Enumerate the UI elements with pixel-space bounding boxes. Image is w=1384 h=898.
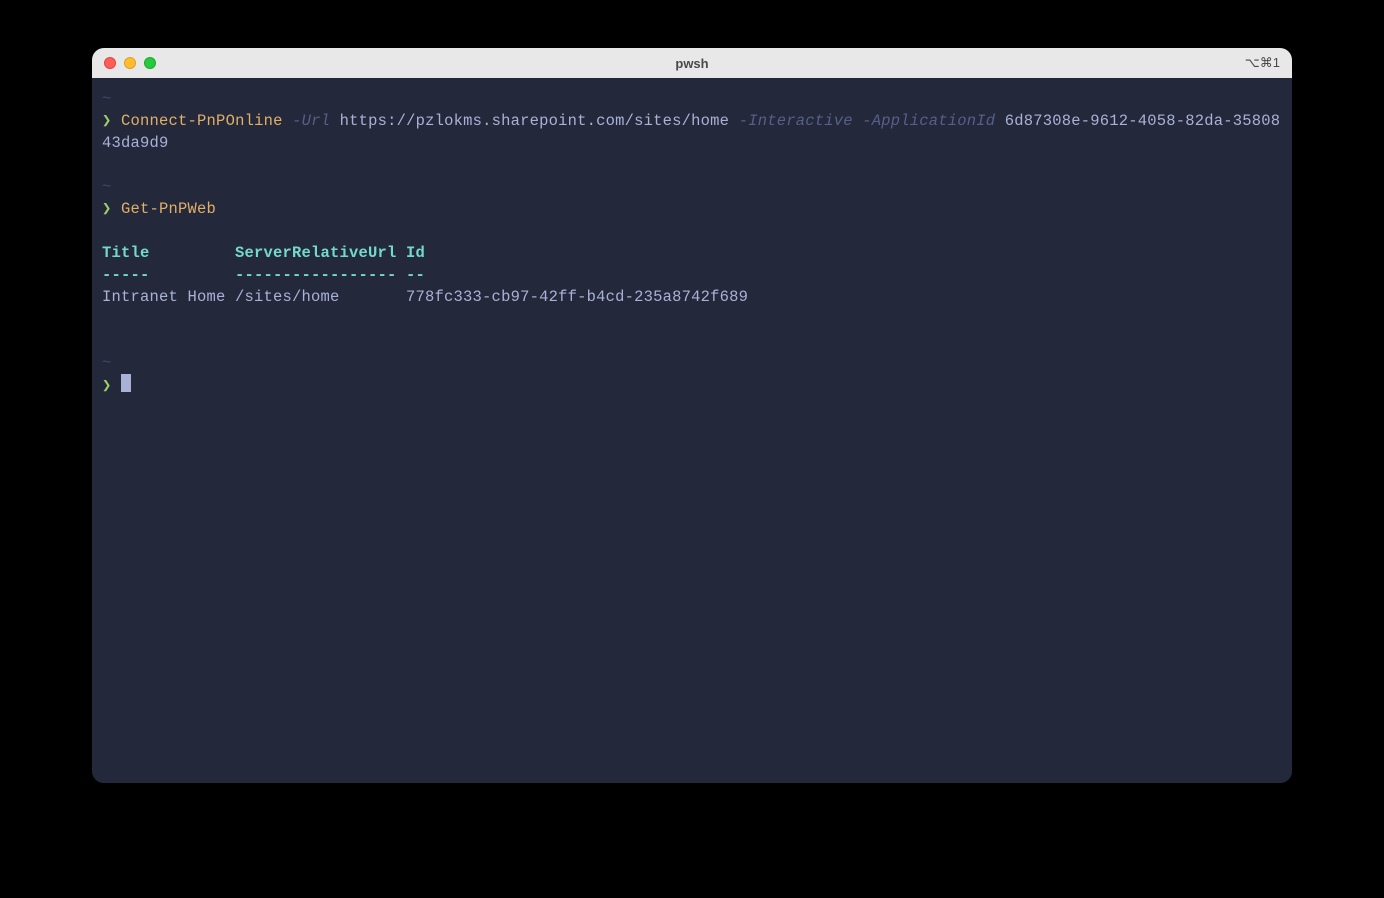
path-tilde: ~: [102, 90, 112, 108]
traffic-lights: [104, 57, 156, 69]
argument: [283, 112, 293, 130]
command: Get-PnPWeb: [121, 200, 216, 218]
command: Connect-PnPOnline: [121, 112, 283, 130]
window-shortcut: ⌥⌘1: [1245, 55, 1280, 71]
parameter: -Url: [292, 112, 330, 130]
argument: [853, 112, 863, 130]
cursor[interactable]: [121, 374, 131, 392]
parameter: -ApplicationId: [862, 112, 995, 130]
prompt-icon: ❯: [102, 377, 121, 395]
table-separator: ----- ----------------- --: [102, 266, 425, 284]
argument: https://pzlokms.sharepoint.com/sites/hom…: [330, 112, 739, 130]
table-row: Intranet Home /sites/home 778fc333-cb97-…: [102, 288, 748, 306]
terminal-window: pwsh ⌥⌘1 ~ ❯ Connect-PnPOnline -Url https…: [92, 48, 1292, 783]
prompt-icon: ❯: [102, 112, 121, 130]
window-title: pwsh: [675, 56, 708, 71]
maximize-icon[interactable]: [144, 57, 156, 69]
prompt-icon: ❯: [102, 200, 121, 218]
table-header: Title ServerRelativeUrl Id: [102, 244, 425, 262]
minimize-icon[interactable]: [124, 57, 136, 69]
parameter: -Interactive: [739, 112, 853, 130]
path-tilde: ~: [102, 354, 112, 372]
terminal-body[interactable]: ~ ❯ Connect-PnPOnline -Url https://pzlokm…: [92, 78, 1292, 783]
path-tilde: ~: [102, 178, 112, 196]
close-icon[interactable]: [104, 57, 116, 69]
titlebar[interactable]: pwsh ⌥⌘1: [92, 48, 1292, 78]
